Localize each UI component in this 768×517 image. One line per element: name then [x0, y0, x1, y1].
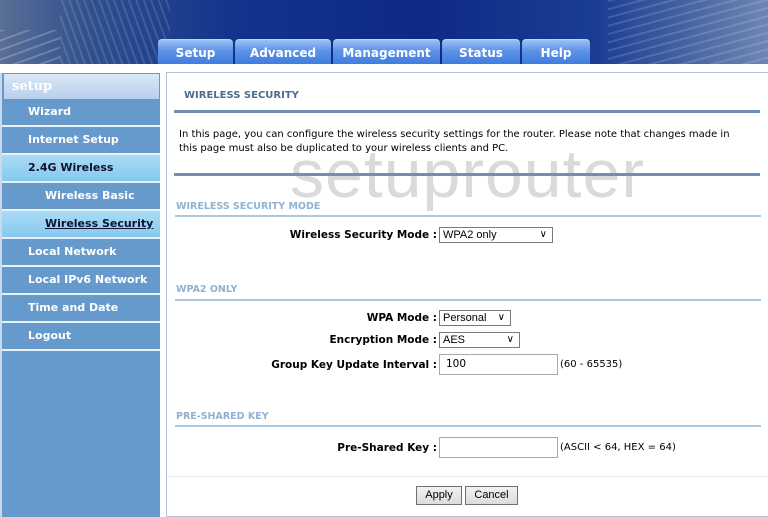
group-key-interval-hint: (60 - 65535) — [560, 359, 623, 370]
divider — [175, 215, 761, 217]
sidebar-item-local-ipv6-network[interactable]: Local IPv6 Network — [2, 267, 160, 295]
divider — [175, 425, 761, 427]
sidebar-item-wireless-security[interactable]: Wireless Security — [2, 211, 160, 239]
wpa-mode-select[interactable]: Personal ∨ — [439, 310, 511, 326]
security-mode-label: Wireless Security Mode : — [289, 229, 437, 241]
chevron-down-icon: ∨ — [506, 334, 514, 345]
apply-button[interactable]: Apply — [416, 486, 462, 505]
encryption-mode-value: AES — [443, 334, 466, 346]
security-mode-select[interactable]: WPA2 only ∨ — [439, 227, 553, 243]
banner-decoration — [60, 0, 170, 64]
sidebar: setup Wizard Internet Setup 2.4G Wireles… — [0, 73, 160, 517]
divider — [174, 110, 760, 113]
tab-setup[interactable]: Setup — [158, 39, 233, 64]
banner-decoration — [608, 0, 768, 64]
pre-shared-key-hint: (ASCII < 64, HEX = 64) — [560, 442, 676, 453]
encryption-mode-label: Encryption Mode : — [329, 334, 437, 346]
sidebar-item-wireless-basic[interactable]: Wireless Basic — [2, 183, 160, 211]
banner-decoration — [0, 30, 60, 64]
sidebar-item-local-network[interactable]: Local Network — [2, 239, 160, 267]
sidebar-item-time-and-date[interactable]: Time and Date — [2, 295, 160, 323]
page-title: WIRELESS SECURITY — [184, 90, 299, 101]
sidebar-item-logout[interactable]: Logout — [2, 323, 160, 351]
main-content: WIRELESS SECURITY In this page, you can … — [166, 72, 768, 517]
security-mode-value: WPA2 only — [443, 229, 497, 241]
tab-help[interactable]: Help — [522, 39, 590, 64]
section-title-wpa2-only: WPA2 ONLY — [176, 284, 238, 295]
section-title-security-mode: WIRELESS SECURITY MODE — [176, 201, 321, 212]
group-key-interval-input[interactable]: 100 — [439, 354, 558, 375]
chevron-down-icon: ∨ — [539, 229, 547, 240]
pre-shared-key-input[interactable] — [439, 437, 558, 458]
sidebar-item-wizard[interactable]: Wizard — [2, 99, 160, 127]
group-key-interval-label: Group Key Update Interval : — [271, 358, 437, 371]
pre-shared-key-label: Pre-Shared Key : — [337, 441, 437, 454]
top-nav-tabs: Setup Advanced Management Status Help — [158, 39, 590, 64]
wpa-mode-value: Personal — [443, 312, 487, 324]
section-title-pre-shared-key: PRE-SHARED KEY — [176, 411, 269, 422]
wpa-mode-label: WPA Mode : — [366, 312, 437, 324]
sidebar-item-internet-setup[interactable]: Internet Setup — [2, 127, 160, 155]
cancel-button[interactable]: Cancel — [465, 486, 518, 505]
tab-status[interactable]: Status — [442, 39, 520, 64]
divider — [174, 173, 760, 176]
encryption-mode-select[interactable]: AES ∨ — [439, 332, 520, 348]
divider — [175, 299, 761, 301]
sidebar-item-2-4g-wireless[interactable]: 2.4G Wireless — [2, 155, 160, 183]
sidebar-heading: setup — [4, 74, 159, 99]
tab-advanced[interactable]: Advanced — [235, 39, 331, 64]
tab-management[interactable]: Management — [333, 39, 440, 64]
divider — [167, 476, 768, 477]
chevron-down-icon: ∨ — [497, 312, 505, 323]
